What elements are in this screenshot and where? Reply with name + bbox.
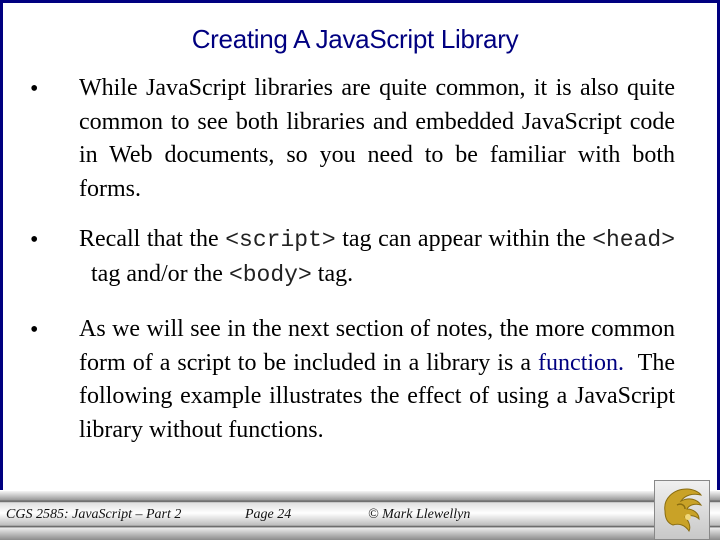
text-run: tag can appear within the bbox=[335, 226, 593, 252]
code-script-tag: <script> bbox=[225, 227, 336, 253]
bullet-paragraph-3: As we will see in the next section of no… bbox=[79, 313, 675, 447]
highlight-function: function. bbox=[538, 349, 625, 376]
text-run: tag and/or the bbox=[79, 260, 229, 287]
pegasus-logo-icon bbox=[664, 488, 703, 532]
bullet-marker: • bbox=[30, 317, 39, 343]
footer-author: © Mark Llewellyn bbox=[368, 507, 471, 522]
text-run: tag. bbox=[311, 260, 354, 287]
footer-course: CGS 2585: JavaScript – Part 2 bbox=[6, 507, 182, 522]
bullet-marker: • bbox=[30, 76, 39, 102]
bullet-paragraph-1: While JavaScript libraries are quite com… bbox=[79, 75, 675, 202]
code-head-tag: <head> bbox=[592, 227, 676, 253]
text-run: Recall that the bbox=[79, 226, 226, 252]
bullet-paragraph-2: Recall that the <script> tag can appear … bbox=[79, 223, 675, 292]
bullet-marker: • bbox=[30, 227, 39, 253]
footer-page-number: Page 24 bbox=[245, 507, 292, 522]
code-body-tag: <body> bbox=[228, 261, 312, 288]
slide-title: Creating A JavaScript Library bbox=[191, 24, 519, 54]
logo-box bbox=[654, 480, 710, 540]
